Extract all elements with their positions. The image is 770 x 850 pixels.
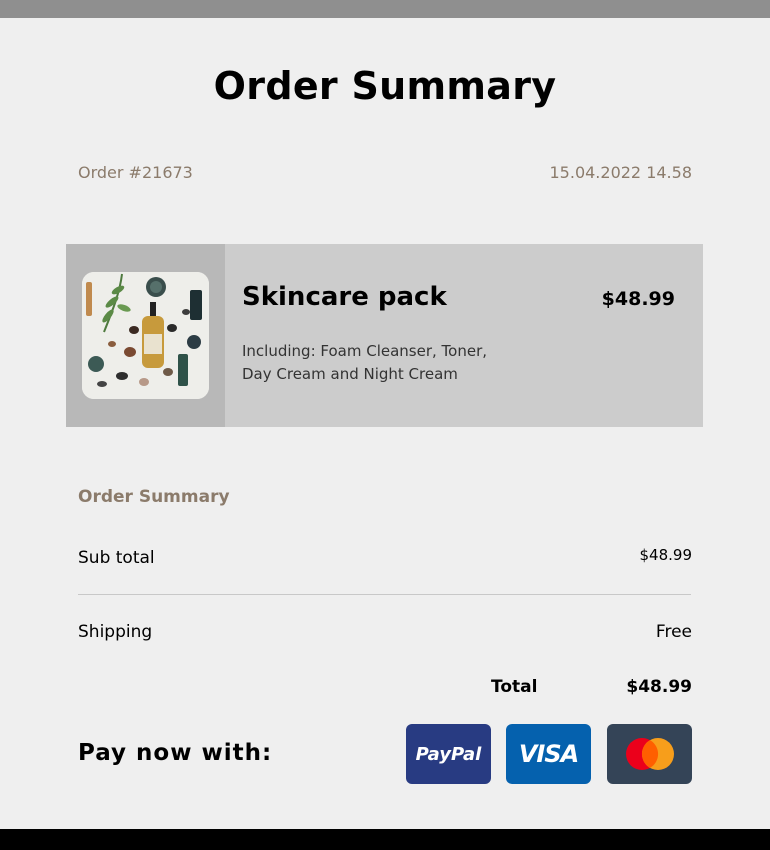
mastercard-button[interactable]: [607, 724, 692, 784]
shipping-label: Shipping: [78, 622, 153, 642]
subtotal-label: Sub total: [78, 548, 155, 568]
order-datetime: 15.04.2022 14.58: [549, 163, 693, 182]
product-description: Including: Foam Cleanser, Toner, Day Cre…: [242, 342, 488, 383]
summary-heading: Order Summary: [78, 487, 230, 507]
bottom-bar: [0, 829, 770, 850]
pay-now-label: Pay now with:: [78, 740, 273, 766]
product-card: Skincare pack $48.99 Including: Foam Cle…: [66, 244, 703, 427]
visa-icon: VISA: [518, 740, 579, 768]
paypal-icon: PayPal: [415, 743, 482, 765]
product-name: Skincare pack: [242, 282, 447, 312]
total-value: $48.99: [626, 677, 692, 697]
visa-button[interactable]: VISA: [506, 724, 591, 784]
product-thumbnail-panel: [66, 244, 225, 427]
summary-divider: [78, 594, 691, 595]
total-label: Total: [491, 677, 538, 697]
paypal-button[interactable]: PayPal: [406, 724, 491, 784]
subtotal-value: $48.99: [639, 546, 693, 564]
top-bar: [0, 0, 770, 18]
order-number: Order #21673: [78, 163, 193, 182]
skincare-products-photo-icon: [82, 272, 209, 399]
mastercard-icon: [625, 738, 674, 770]
product-image: [82, 272, 209, 399]
page-title: Order Summary: [213, 64, 557, 108]
shipping-value: Free: [655, 622, 692, 642]
product-price: $48.99: [601, 288, 675, 310]
